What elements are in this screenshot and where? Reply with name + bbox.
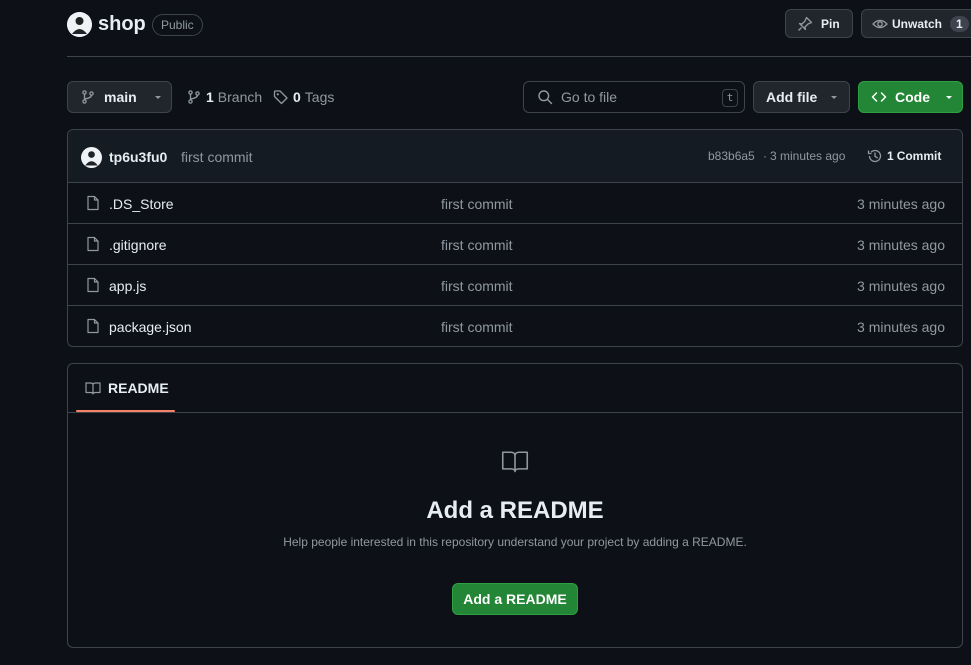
- file-commit-message[interactable]: first commit: [441, 196, 513, 212]
- header-divider: [67, 56, 971, 57]
- git-branch-icon: [188, 90, 200, 104]
- tags-label: Tags: [304, 89, 335, 105]
- pin-label: Pin: [821, 16, 840, 31]
- chevron-down-icon: [154, 96, 161, 99]
- commits-label: Commit: [896, 149, 942, 163]
- commits-link[interactable]: 1 Commit: [867, 148, 941, 164]
- unwatch-button[interactable]: Unwatch 1: [861, 9, 971, 38]
- readme-tab-divider: [68, 412, 962, 413]
- add-file-label: Add file: [766, 89, 818, 105]
- go-to-file-input[interactable]: Go to file t: [523, 81, 745, 113]
- repo-name[interactable]: shop: [98, 12, 146, 37]
- commit-time: 3 minutes ago: [770, 149, 846, 163]
- branch-selector[interactable]: main: [67, 81, 172, 113]
- file-row[interactable]: package.json first commit 3 minutes ago: [68, 306, 962, 346]
- go-to-file-placeholder: Go to file: [561, 89, 618, 105]
- tags-count: 0: [293, 89, 301, 105]
- file-row[interactable]: app.js first commit 3 minutes ago: [68, 265, 962, 306]
- avatar-icon: [85, 151, 98, 166]
- file-icon: [87, 195, 99, 211]
- file-commit-time: 3 minutes ago: [857, 196, 945, 212]
- commit-author[interactable]: tp6u3fu0: [109, 149, 167, 165]
- watch-count: 1: [950, 15, 969, 32]
- commit-hash[interactable]: b83b6a5: [708, 149, 755, 163]
- file-name[interactable]: .gitignore: [109, 237, 167, 253]
- file-commit-time: 3 minutes ago: [857, 278, 945, 294]
- code-label: Code: [895, 89, 930, 105]
- readme-tab[interactable]: README: [76, 364, 176, 412]
- avatar-icon: [67, 12, 92, 37]
- readme-empty-description: Help people interested in this repositor…: [283, 535, 747, 549]
- file-icon: [87, 236, 99, 252]
- commit-message[interactable]: first commit: [181, 149, 253, 165]
- unwatch-label: Unwatch: [892, 16, 943, 31]
- commits-count: 1: [887, 149, 894, 163]
- file-commit-message[interactable]: first commit: [441, 278, 513, 294]
- eye-icon: [872, 19, 888, 28]
- file-rows: .DS_Store first commit 3 minutes ago .gi…: [68, 183, 962, 346]
- latest-commit-bar: tp6u3fu0 first commit b83b6a5 · 3 minute…: [68, 130, 962, 183]
- book-icon: [85, 382, 101, 395]
- code-icon: [871, 92, 887, 102]
- file-commit-time: 3 minutes ago: [857, 319, 945, 335]
- tag-icon: [273, 90, 288, 105]
- pin-button[interactable]: Pin: [785, 9, 853, 38]
- tags-link[interactable]: 0 Tags: [273, 88, 334, 106]
- file-commit-time: 3 minutes ago: [857, 237, 945, 253]
- shortcut-key: t: [722, 89, 738, 107]
- file-name[interactable]: .DS_Store: [109, 196, 174, 212]
- branches-label: Branch: [217, 89, 263, 105]
- add-file-button[interactable]: Add file: [753, 81, 850, 113]
- pin-icon: [798, 16, 813, 31]
- book-icon: [501, 451, 529, 473]
- file-row[interactable]: .DS_Store first commit 3 minutes ago: [68, 183, 962, 224]
- file-name[interactable]: app.js: [109, 278, 146, 294]
- readme-tab-label: README: [108, 380, 169, 396]
- file-row[interactable]: .gitignore first commit 3 minutes ago: [68, 224, 962, 265]
- search-icon: [538, 90, 553, 105]
- file-commit-message[interactable]: first commit: [441, 319, 513, 335]
- add-readme-button[interactable]: Add a README: [452, 583, 578, 615]
- branches-count: 1: [206, 89, 214, 105]
- branches-link[interactable]: 1 Branch: [186, 88, 262, 106]
- file-icon: [87, 318, 99, 334]
- commit-separator: ·: [763, 149, 767, 163]
- file-table: tp6u3fu0 first commit b83b6a5 · 3 minute…: [67, 129, 963, 347]
- chevron-down-icon: [946, 96, 952, 99]
- chevron-down-icon: [831, 96, 838, 99]
- readme-empty-title: Add a README: [426, 497, 604, 524]
- history-icon: [867, 149, 882, 163]
- branch-name: main: [104, 89, 137, 105]
- file-name[interactable]: package.json: [109, 319, 192, 335]
- file-icon: [87, 277, 99, 293]
- code-button[interactable]: Code: [858, 81, 963, 113]
- commit-author-avatar[interactable]: [81, 147, 102, 168]
- readme-panel: README Add a README Help people interest…: [67, 363, 963, 648]
- git-branch-icon: [82, 90, 94, 104]
- visibility-badge: Public: [152, 14, 203, 36]
- file-commit-message[interactable]: first commit: [441, 237, 513, 253]
- repo-avatar[interactable]: [67, 12, 92, 37]
